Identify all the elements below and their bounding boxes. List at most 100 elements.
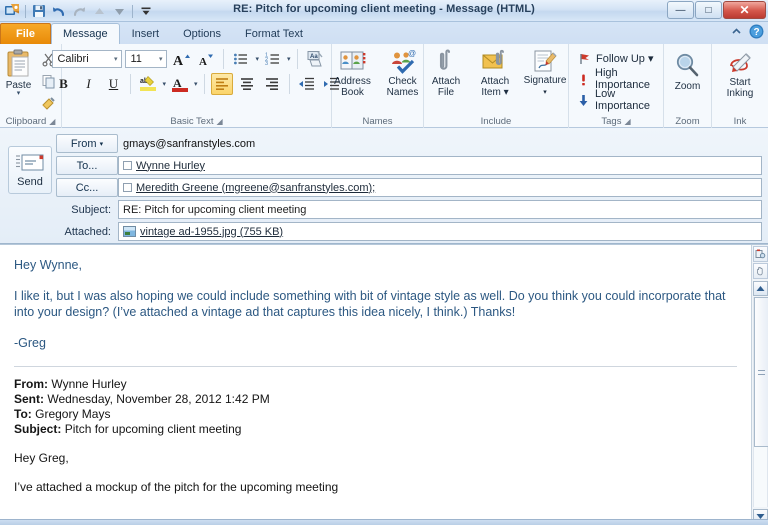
bold-button[interactable]: B <box>52 73 74 95</box>
font-size-caret[interactable]: ▾ <box>156 55 166 63</box>
presence-card-icon <box>123 183 132 192</box>
clipboard-dialog-launcher[interactable]: ◢ <box>49 117 55 126</box>
ribbon-group-basic-text: Calibri ▾ 11 ▾ A A <box>62 44 332 128</box>
cc-input[interactable]: Meredith Greene (mgreene@sanfranstyles.c… <box>118 178 762 197</box>
quoted-sent-label: Sent: <box>14 392 44 406</box>
font-color-icon[interactable]: A <box>169 73 191 95</box>
font-name-combo[interactable]: Calibri ▾ <box>52 50 122 68</box>
clear-formatting-icon[interactable]: Aa <box>304 48 326 70</box>
italic-button[interactable]: I <box>77 73 99 95</box>
scroll-up-button[interactable] <box>753 281 768 296</box>
high-importance-button[interactable]: High Importance <box>577 69 663 89</box>
subject-row: Subject: RE: Pitch for upcoming client m… <box>56 200 762 219</box>
subject-label: Subject: <box>56 204 118 216</box>
tab-insert[interactable]: Insert <box>120 23 172 44</box>
align-right-icon[interactable] <box>261 73 283 95</box>
help-icon[interactable]: ? <box>749 24 764 39</box>
ribbon-group-tags: Follow Up ▾ High Importance Low Importan… <box>569 44 664 128</box>
zoom-button[interactable]: Zoom <box>664 49 712 95</box>
tab-file[interactable]: File <box>0 23 51 44</box>
to-input[interactable]: Wynne Hurley <box>118 156 762 175</box>
window-title: RE: Pitch for upcoming client meeting - … <box>0 3 768 15</box>
attachment-list[interactable]: vintage ad-1955.jpg (755 KB) <box>118 222 762 241</box>
numbering-icon[interactable]: 123 <box>262 48 284 70</box>
paste-caret: ▾ <box>17 91 21 96</box>
scroll-thumb[interactable] <box>754 297 768 447</box>
grow-font-icon[interactable]: A <box>170 48 192 70</box>
minimize-button[interactable]: — <box>667 1 694 19</box>
close-button[interactable]: ✕ <box>723 1 766 19</box>
start-inking-label-2: Inking <box>727 88 754 99</box>
paste-button[interactable]: Paste ▾ <box>0 47 38 99</box>
message-body-area: Hey Wynne, I like it, but I was also hop… <box>0 244 768 525</box>
recipient-to: Wynne Hurley <box>123 160 205 172</box>
ribbon-group-names: AddressBook @ CheckNames Names <box>332 44 424 128</box>
from-button[interactable]: From ▾ <box>56 134 118 153</box>
tab-message[interactable]: Message <box>51 23 120 44</box>
basic-text-dialog-launcher[interactable]: ◢ <box>216 117 222 126</box>
scroll-track[interactable] <box>753 297 768 507</box>
bullets-caret[interactable]: ▾ <box>255 55 259 63</box>
attach-item-button[interactable]: AttachItem ▾ <box>471 46 519 101</box>
cc-button[interactable]: Cc... <box>56 178 118 197</box>
bullets-icon[interactable] <box>230 48 252 70</box>
shrink-font-icon[interactable]: A <box>195 48 217 70</box>
subject-input[interactable]: RE: Pitch for upcoming client meeting <box>118 200 762 219</box>
quoted-to-line: To: Gregory Mays <box>14 407 737 422</box>
svg-text:A: A <box>173 54 184 68</box>
font-name-caret[interactable]: ▾ <box>111 55 121 63</box>
start-inking-button[interactable]: StartInking <box>716 47 764 102</box>
ribbon-group-ink: StartInking Ink <box>712 44 768 128</box>
select-browse-object-icon[interactable] <box>753 246 768 262</box>
start-inking-label-1: Start <box>729 77 750 88</box>
attach-file-button[interactable]: AttachFile <box>422 46 470 101</box>
font-color-caret[interactable]: ▾ <box>194 80 198 88</box>
low-importance-button[interactable]: Low Importance <box>577 90 663 110</box>
highlight-caret[interactable]: ▾ <box>162 80 166 88</box>
message-body-editor[interactable]: Hey Wynne, I like it, but I was also hop… <box>0 245 751 525</box>
align-left-icon[interactable] <box>211 73 233 95</box>
check-names-label-2: Names <box>387 87 419 98</box>
tags-dialog-launcher[interactable]: ◢ <box>624 117 630 126</box>
send-envelope-icon <box>15 152 45 174</box>
collapse-ribbon-icon[interactable] <box>729 24 744 39</box>
from-caret: ▾ <box>100 140 104 148</box>
attach-file-label-2: File <box>438 87 454 98</box>
hand-icon[interactable] <box>753 263 768 279</box>
tab-format-text[interactable]: Format Text <box>233 23 315 44</box>
quoted-message: From: Wynne Hurley Sent: Wednesday, Nove… <box>14 377 737 495</box>
quoted-divider <box>14 366 737 367</box>
maximize-button[interactable]: □ <box>695 1 722 19</box>
font-size-combo[interactable]: 11 ▾ <box>125 50 167 68</box>
send-button[interactable]: Send <box>8 146 52 194</box>
address-book-button[interactable]: AddressBook <box>329 46 377 101</box>
ribbon-tab-bar: File Message Insert Options Format Text … <box>0 22 768 44</box>
to-value: Wynne Hurley <box>136 160 205 172</box>
ribbon-group-basic-text-label: Basic Text ◢ <box>62 115 331 128</box>
subject-value: RE: Pitch for upcoming client meeting <box>123 204 306 216</box>
decrease-indent-icon[interactable] <box>296 73 318 95</box>
scroll-thumb-grip <box>758 370 765 375</box>
address-book-label-1: Address <box>334 76 371 87</box>
underline-button[interactable]: U <box>102 73 124 95</box>
tab-options[interactable]: Options <box>171 23 233 44</box>
recipient-cc: Meredith Greene (mgreene@sanfranstyles.c… <box>123 182 375 194</box>
follow-up-button[interactable]: Follow Up ▾ <box>577 48 653 68</box>
quoted-sent-value: Wednesday, November 28, 2012 1:42 PM <box>47 392 269 406</box>
font-name-value: Calibri <box>57 53 88 65</box>
quoted-from-line: From: Wynne Hurley <box>14 377 737 392</box>
numbering-caret[interactable]: ▾ <box>287 55 291 63</box>
signature-button[interactable]: Signature▾ <box>520 46 570 101</box>
body-paragraph: I like it, but I was also hoping we coul… <box>14 288 737 320</box>
body-scrollbar[interactable] <box>751 245 768 525</box>
to-button[interactable]: To... <box>56 156 118 175</box>
text-highlight-icon[interactable]: ab <box>137 73 159 95</box>
align-center-icon[interactable] <box>236 73 258 95</box>
low-importance-label: Low Importance <box>595 88 663 112</box>
zoom-label: Zoom <box>675 81 701 92</box>
attachment-name: vintage ad-1955.jpg (755 KB) <box>140 226 283 238</box>
ribbon-group-include-label: Include <box>424 115 568 128</box>
ribbon-group-clipboard-label: Clipboard ◢ <box>0 115 61 128</box>
image-file-icon <box>123 226 136 237</box>
cc-value: Meredith Greene (mgreene@sanfranstyles.c… <box>136 182 375 194</box>
